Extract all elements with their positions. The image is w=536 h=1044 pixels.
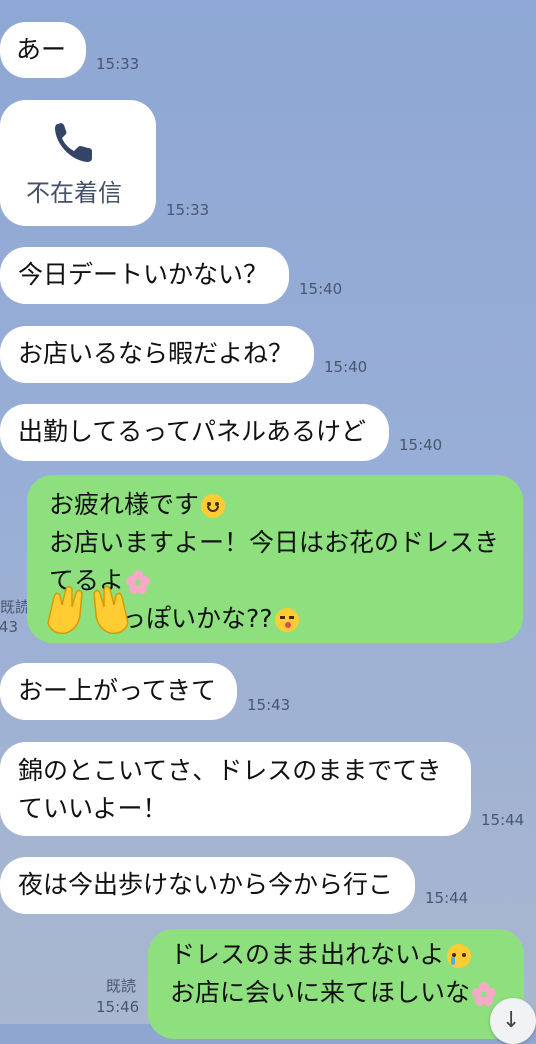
scroll-to-bottom-button[interactable]: ↓ [490,998,536,1044]
message-time: 15:40 [399,436,443,454]
incoming-message[interactable]: 錦のとこいてさ、ドレスのままでてき ていいよー！ [0,742,471,836]
read-receipt: 既読 [106,977,137,995]
message-text: 出勤してるってパネルあるけど [18,417,367,446]
message-time: 15:33 [166,201,210,219]
phone-icon [55,123,92,162]
message-line: っぽいかな?? [121,604,273,633]
cherry-blossom-icon [472,982,497,1006]
incoming-message[interactable]: あー [0,22,86,78]
raising-hands-icon [47,585,129,635]
missed-call-message[interactable]: 不在着信 [0,100,156,226]
message-time: 15:46 [96,998,140,1016]
message-time: 15:40 [299,280,343,298]
message-time: 15:43 [247,696,291,714]
message-text: あー [16,35,67,64]
message-line: 錦のとこいてさ、ドレスのままでてき [18,756,442,785]
read-receipt: 既読 [0,598,31,616]
incoming-message[interactable]: 出勤してるってパネルあるけど [0,404,389,461]
face-blowing-kiss-icon [274,608,299,632]
message-line: お疲れ様です [49,490,200,519]
message-line: お店に会いに来てほしいな [170,978,471,1007]
outgoing-message[interactable]: ドレスのまま出れないよ お店に会いに来てほしいな [148,929,524,1039]
message-time: 15:43 [0,618,18,636]
arrow-down-icon: ↓ [502,1008,521,1033]
message-text: おー上がってきて [18,676,217,705]
message-text: お店いるなら暇だよね？ [18,339,294,368]
missed-call-label: 不在着信 [26,179,122,207]
message-time: 15:44 [425,889,469,907]
message-text: 今日デートいかない？ [18,260,269,289]
message-text: 夜は今出歩けないから今から行こ [18,870,394,899]
message-time: 15:40 [324,358,368,376]
message-line: ドレスのまま出れないよ [170,940,445,969]
message-line: ていいよー！ [18,794,168,823]
incoming-message[interactable]: おー上がってきて [0,663,237,720]
message-time: 15:44 [481,811,525,829]
crying-face-icon [446,944,471,968]
incoming-message[interactable]: 今日デートいかない？ [0,247,289,304]
message-line: お店いますよー！今日はお花のドレスき [49,528,500,557]
smiling-face-icon [201,494,226,518]
incoming-message[interactable]: 夜は今出歩けないから今から行こ [0,857,415,914]
incoming-message[interactable]: お店いるなら暇だよね？ [0,326,314,383]
message-time: 15:33 [96,55,140,73]
